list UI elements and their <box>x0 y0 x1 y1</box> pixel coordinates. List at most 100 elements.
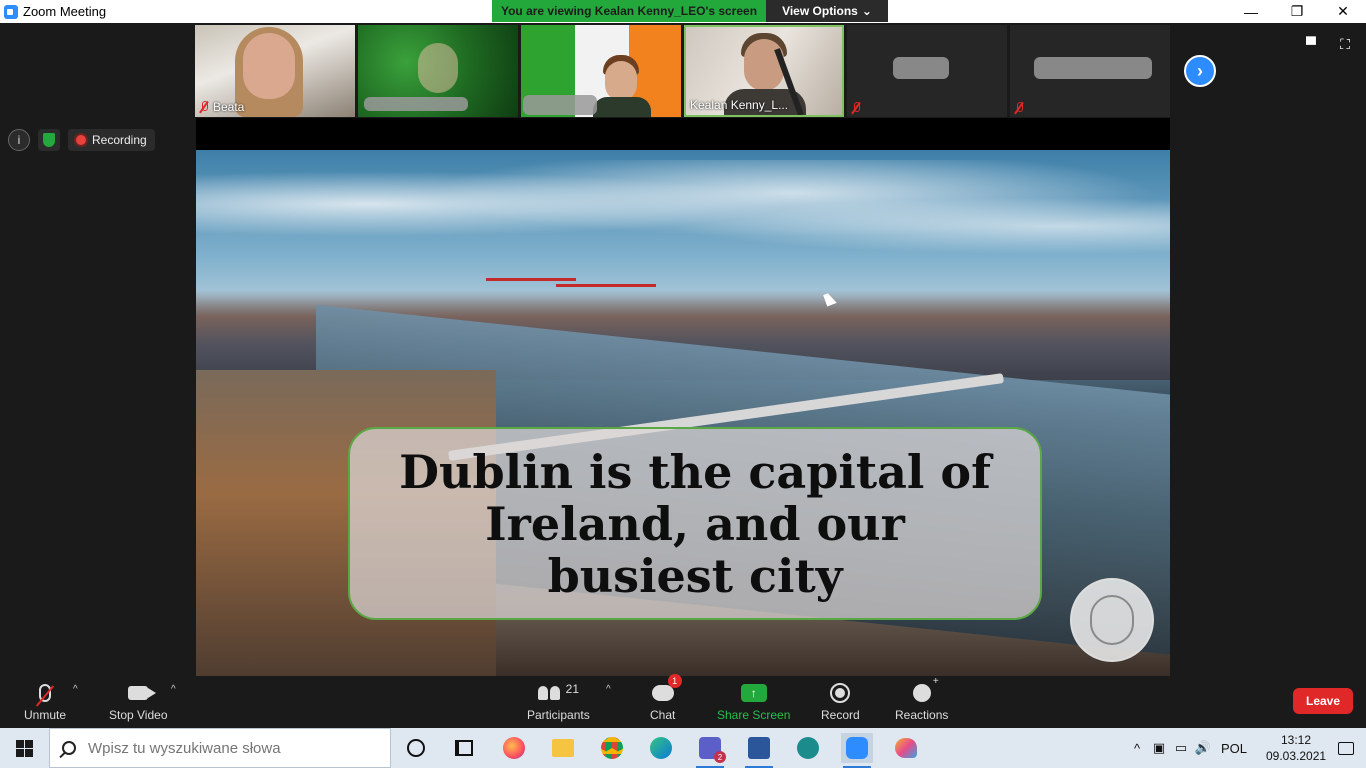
task-view-icon <box>455 740 473 756</box>
cortana-button[interactable] <box>400 733 432 763</box>
search-icon <box>62 741 76 755</box>
unmute-label: Unmute <box>24 708 67 722</box>
chat-label: Chat <box>650 708 676 722</box>
viewing-message: You are viewing Kealan Kenny_LEO's scree… <box>492 0 766 22</box>
start-button[interactable] <box>0 728 48 768</box>
crane <box>486 278 576 281</box>
mic-muted-icon <box>1014 102 1024 114</box>
chat-button[interactable]: 1 Chat <box>650 674 682 722</box>
microphone-muted-icon <box>39 684 52 702</box>
participant-tile-active-speaker[interactable]: Kealan Kenny_L... <box>684 25 844 117</box>
participants-options-caret[interactable]: ^ <box>606 684 611 695</box>
folder-icon <box>552 739 574 757</box>
record-icon <box>830 683 851 703</box>
unmute-button[interactable]: Unmute <box>24 680 66 722</box>
participant-face <box>605 61 637 101</box>
taskbar-paint[interactable] <box>890 733 922 763</box>
taskbar-teams[interactable]: 2 <box>694 733 726 768</box>
taskbar-word[interactable] <box>743 733 775 768</box>
viewing-banner: You are viewing Kealan Kenny_LEO's scree… <box>492 0 888 22</box>
taskbar-pinterest-app[interactable] <box>792 733 824 763</box>
system-tray: ^ ▣ ▭ 🔊 POL 13:12 09.03.2021 <box>1126 728 1366 768</box>
minimize-button[interactable]: — <box>1228 0 1274 23</box>
windows-taskbar: 2 ^ ▣ ▭ 🔊 POL 13:12 09.03.2021 <box>0 728 1366 768</box>
gallery-view-icon[interactable]: ▀ <box>1302 36 1320 52</box>
taskbar-chrome[interactable] <box>596 733 628 763</box>
view-options-button[interactable]: View Options ⌄ <box>766 0 888 22</box>
participant-name-label: Beata <box>199 100 244 114</box>
fullscreen-icon[interactable]: ⛶ <box>1336 36 1354 52</box>
taskbar-file-explorer[interactable] <box>547 733 579 763</box>
meeting-toolbar: Unmute ^ Stop Video ^ 21 Participants ^ … <box>0 674 1366 728</box>
participants-label: Participants <box>527 708 590 722</box>
word-icon <box>748 737 770 759</box>
slide-image-dublin: Dublin is the capital of Ireland, and ou… <box>196 150 1170 676</box>
taskbar-search[interactable] <box>49 728 391 768</box>
clock-date: 09.03.2021 <box>1266 749 1327 763</box>
participant-name: Beata <box>213 100 245 114</box>
taskbar-edge[interactable] <box>645 733 677 763</box>
smiley-icon <box>912 676 939 702</box>
participant-tile[interactable] <box>1010 25 1170 117</box>
window-controls: — ❐ ✕ <box>1228 0 1366 23</box>
record-button[interactable]: Record <box>821 680 860 722</box>
leo-academy-logo <box>1070 578 1154 662</box>
p-app-icon <box>797 737 819 759</box>
crane <box>556 284 656 287</box>
participant-tile[interactable]: Beata <box>195 25 355 117</box>
view-controls: ▀ ⛶ <box>1302 36 1354 53</box>
participants-button[interactable]: 21 Participants <box>527 680 590 722</box>
taskbar-clock[interactable]: 13:12 09.03.2021 <box>1266 732 1326 764</box>
tray-expand-icon[interactable]: ^ <box>1126 741 1148 756</box>
paint-icon <box>895 738 917 758</box>
mic-muted-icon <box>199 101 209 113</box>
next-page-arrow-button[interactable]: › <box>1184 55 1216 87</box>
edge-icon <box>650 737 672 759</box>
blurred-name <box>893 57 949 79</box>
language-indicator[interactable]: POL <box>1214 741 1254 756</box>
participant-tile[interactable] <box>521 25 681 117</box>
close-button[interactable]: ✕ <box>1320 0 1366 23</box>
participant-body <box>593 97 651 117</box>
chat-bubble-icon <box>651 685 674 701</box>
blurred-name <box>523 95 597 115</box>
chat-unread-badge: 1 <box>667 674 682 688</box>
zoom-app-icon <box>4 4 18 19</box>
taskbar-firefox[interactable] <box>498 733 530 763</box>
share-screen-icon: ↑ <box>740 684 767 702</box>
video-camera-icon <box>128 686 157 700</box>
chrome-icon <box>601 737 623 759</box>
battery-icon[interactable]: ▭ <box>1170 740 1192 756</box>
participant-strip: Beata Kealan Kenny_L... <box>195 25 1170 117</box>
participant-tile[interactable] <box>847 25 1007 117</box>
stop-video-button[interactable]: Stop Video <box>109 680 168 722</box>
meeting-area: Beata Kealan Kenny_L... › ▀ ⛶ i Recordin… <box>0 23 1366 676</box>
video-options-caret[interactable]: ^ <box>171 684 176 695</box>
slide-caption: Dublin is the capital of Ireland, and ou… <box>399 444 991 603</box>
share-screen-button[interactable]: ↑ Share Screen <box>717 680 790 722</box>
device-icon[interactable]: ▣ <box>1148 740 1170 756</box>
taskbar-search-input[interactable] <box>88 739 388 757</box>
lion-emblem <box>1090 595 1134 645</box>
participant-face <box>744 39 784 91</box>
chevron-down-icon: ⌄ <box>861 4 872 18</box>
recording-indicator[interactable]: Recording <box>68 129 155 151</box>
shared-screen: Dublin is the capital of Ireland, and ou… <box>196 118 1170 676</box>
taskbar-zoom[interactable] <box>841 733 873 768</box>
clock-time: 13:12 <box>1280 733 1312 747</box>
windows-logo-icon <box>15 739 33 757</box>
security-shield-icon[interactable] <box>38 129 60 151</box>
audio-options-caret[interactable]: ^ <box>73 684 78 695</box>
restore-button[interactable]: ❐ <box>1274 0 1320 23</box>
leave-button[interactable]: Leave <box>1293 688 1353 714</box>
zoom-icon <box>846 737 868 759</box>
participants-count: 21 <box>565 682 580 696</box>
participant-tile[interactable] <box>358 25 518 117</box>
teams-badge: 2 <box>714 751 726 763</box>
info-icon[interactable]: i <box>8 129 30 151</box>
task-view-button[interactable] <box>448 733 480 763</box>
notification-center-button[interactable] <box>1326 741 1366 755</box>
blurred-name <box>1034 57 1152 79</box>
reactions-button[interactable]: Reactions <box>895 676 948 722</box>
volume-icon[interactable]: 🔊 <box>1192 740 1214 756</box>
